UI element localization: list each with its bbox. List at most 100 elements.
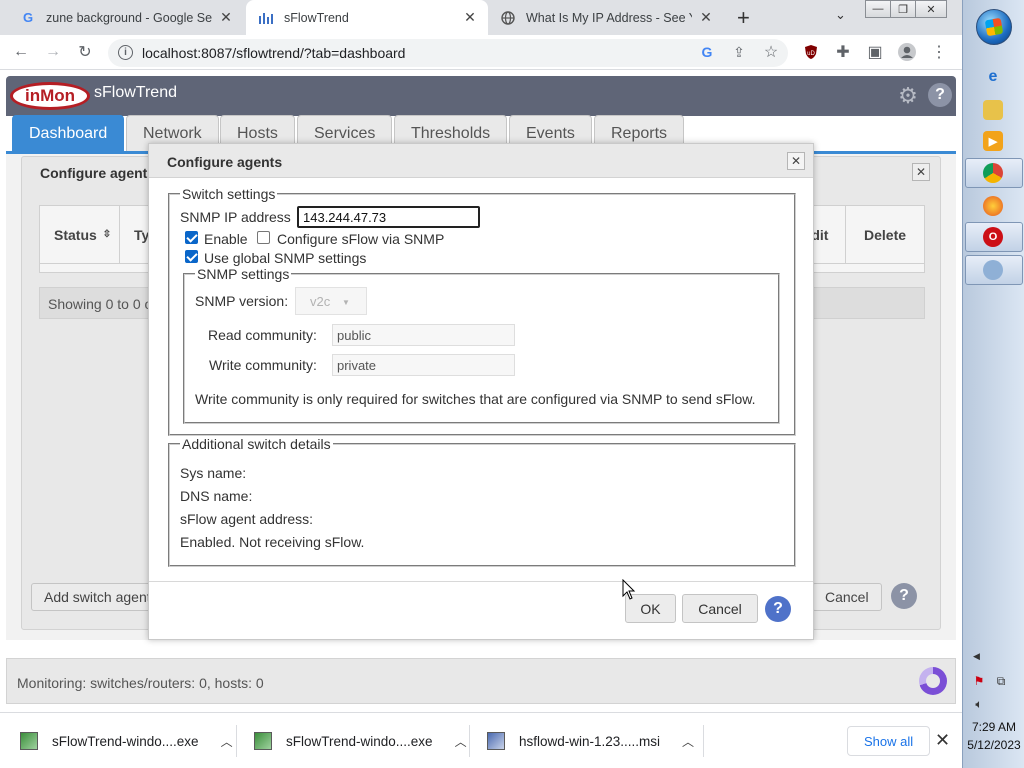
volume-icon[interactable]: 🔈︎	[971, 696, 987, 712]
inmon-logo: inMon	[10, 82, 90, 110]
start-button-icon[interactable]	[976, 9, 1012, 45]
browser-tab-whatismyip[interactable]: What Is My IP Address - See Your Public …	[488, 0, 724, 35]
download-item[interactable]: hsflowd-win-1.23.....msi ︿	[487, 713, 694, 768]
network-icon[interactable]: ⧉	[993, 673, 1009, 689]
internet-explorer-icon[interactable]: e	[983, 67, 1003, 87]
read-community-label: Read community:	[208, 327, 317, 343]
close-icon[interactable]: ✕	[912, 163, 930, 181]
monitoring-status: Monitoring: switches/routers: 0, hosts: …	[17, 675, 264, 691]
snmp-ip-label: SNMP IP address	[180, 209, 291, 225]
cancel-button[interactable]: Cancel	[682, 594, 758, 623]
taskbar-clock[interactable]: 7:29 AM 5/12/2023	[963, 718, 1024, 754]
show-all-downloads-button[interactable]: Show all	[847, 726, 931, 756]
write-community-label: Write community:	[209, 357, 317, 373]
use-global-snmp-label: Use global SNMP settings	[204, 250, 367, 266]
forward-arrow-icon[interactable]: →	[42, 41, 64, 63]
close-tab-icon[interactable]: ✕	[698, 9, 714, 26]
site-info-icon[interactable]: i	[118, 45, 133, 60]
snmp-ip-input[interactable]	[297, 206, 480, 228]
close-tab-icon[interactable]: ✕	[462, 9, 478, 26]
chevron-up-icon[interactable]: ︿	[221, 733, 233, 750]
app-header: inMon sFlowTrend ⚙ ?	[6, 76, 956, 116]
snmp-settings-legend: SNMP settings	[197, 266, 290, 282]
chevron-up-icon[interactable]: ︿	[682, 733, 694, 750]
download-filename: sFlowTrend-windo....exe	[286, 733, 433, 749]
browser-tab-title: zune background - Google Search	[46, 10, 212, 25]
download-filename: sFlowTrend-windo....exe	[52, 733, 199, 749]
msi-package-icon	[487, 732, 505, 750]
configure-sflow-checkbox[interactable]	[257, 231, 270, 244]
download-divider	[236, 725, 237, 757]
address-url[interactable]: localhost:8087/sflowtrend/?tab=dashboard	[142, 45, 405, 61]
download-item[interactable]: sFlowTrend-windo....exe ︿	[20, 713, 233, 768]
tab-search-chevron-icon[interactable]: ⌄	[835, 7, 846, 23]
gear-icon[interactable]: ⚙	[896, 84, 920, 108]
download-filename: hsflowd-win-1.23.....msi	[519, 733, 661, 749]
back-arrow-icon[interactable]: ←	[10, 41, 32, 63]
browser-menu-icon[interactable]: ⋮	[928, 41, 950, 63]
help-icon[interactable]: ?	[765, 596, 791, 622]
close-icon[interactable]: ✕	[935, 730, 950, 751]
svg-text:uD: uD	[807, 51, 815, 57]
sys-name-label: Sys name:	[180, 465, 247, 481]
opera-icon: O	[983, 227, 1003, 247]
sflow-agent-address-label: sFlow agent address:	[180, 511, 314, 527]
tab-dashboard[interactable]: Dashboard	[12, 115, 125, 151]
installer-icon	[20, 732, 38, 750]
write-community-note: Write community is only required for swi…	[195, 391, 756, 407]
close-tab-icon[interactable]: ✕	[218, 9, 234, 26]
write-community-input[interactable]	[332, 354, 515, 376]
clock-time: 7:29 AM	[971, 720, 1017, 734]
download-divider	[703, 725, 704, 757]
browser-tab-google[interactable]: G zune background - Google Search ✕	[8, 0, 244, 35]
dns-name-label: DNS name:	[180, 488, 253, 504]
enable-checkbox[interactable]	[185, 231, 198, 244]
windows-taskbar: e ▶ O ◀ ⚑ ⧉ 🔈︎ 7:29 AM 5/12/2023	[962, 0, 1024, 768]
activity-spinner-icon	[919, 667, 947, 695]
configure-agents-modal: Configure agents ✕ Switch settings SNMP …	[148, 143, 814, 640]
chrome-icon	[983, 163, 1003, 183]
agents-list-title: Configure agents	[40, 165, 156, 181]
close-window-icon[interactable]: ✕	[915, 0, 947, 18]
app-title: sFlowTrend	[94, 84, 177, 101]
chevron-up-icon[interactable]: ︿	[455, 733, 467, 750]
sort-icon: ⇳	[102, 229, 112, 240]
profile-avatar-icon[interactable]	[896, 41, 918, 63]
ublock-icon[interactable]: uD	[800, 41, 822, 63]
flag-icon[interactable]: ⚑	[971, 673, 987, 689]
cancel-button[interactable]: Cancel	[812, 583, 882, 611]
column-header-status[interactable]: Status ⇳	[40, 206, 120, 263]
side-panel-icon[interactable]: ▣	[864, 41, 886, 63]
media-player-icon[interactable]: ▶	[983, 131, 1003, 151]
bookmark-star-icon[interactable]: ☆	[760, 41, 782, 63]
column-header-label: Status	[54, 226, 97, 243]
browser-tab-title: sFlowTrend	[284, 10, 349, 25]
help-icon[interactable]: ?	[928, 83, 952, 107]
file-explorer-icon[interactable]	[983, 100, 1003, 120]
share-icon[interactable]: ⇪	[728, 41, 750, 63]
browser-tab-sflowtrend[interactable]: sFlowTrend ✕	[246, 0, 488, 35]
google-translate-icon[interactable]: G	[696, 41, 718, 63]
window-controls: — ❐ ✕	[865, 0, 947, 18]
show-hidden-icons-icon[interactable]: ◀	[973, 651, 980, 662]
reload-icon[interactable]: ↻	[74, 41, 96, 63]
use-global-snmp-checkbox[interactable]	[185, 250, 198, 263]
enable-label: Enable	[204, 231, 248, 247]
new-tab-button[interactable]: +	[737, 5, 750, 31]
read-community-input[interactable]	[332, 324, 515, 346]
download-item[interactable]: sFlowTrend-windo....exe ︿	[254, 713, 467, 768]
extensions-puzzle-icon[interactable]: ✚	[832, 41, 854, 63]
firefox-icon[interactable]	[983, 196, 1003, 216]
snmp-version-select[interactable]: v2c ▼	[295, 287, 367, 315]
configure-sflow-label: Configure sFlow via SNMP	[277, 231, 445, 247]
download-divider	[469, 725, 470, 757]
address-bar[interactable]: i localhost:8087/sflowtrend/?tab=dashboa…	[108, 39, 788, 67]
restore-icon[interactable]: ❐	[890, 0, 916, 18]
minimize-icon[interactable]: —	[865, 0, 891, 18]
downloads-bar: sFlowTrend-windo....exe ︿ sFlowTrend-win…	[0, 712, 962, 768]
close-icon[interactable]: ✕	[787, 152, 805, 170]
help-icon[interactable]: ?	[891, 583, 917, 609]
modal-title: Configure agents	[167, 154, 283, 170]
browser-toolbar: ← → ↻ i localhost:8087/sflowtrend/?tab=d…	[0, 35, 962, 70]
status-bar: Monitoring: switches/routers: 0, hosts: …	[6, 658, 956, 704]
